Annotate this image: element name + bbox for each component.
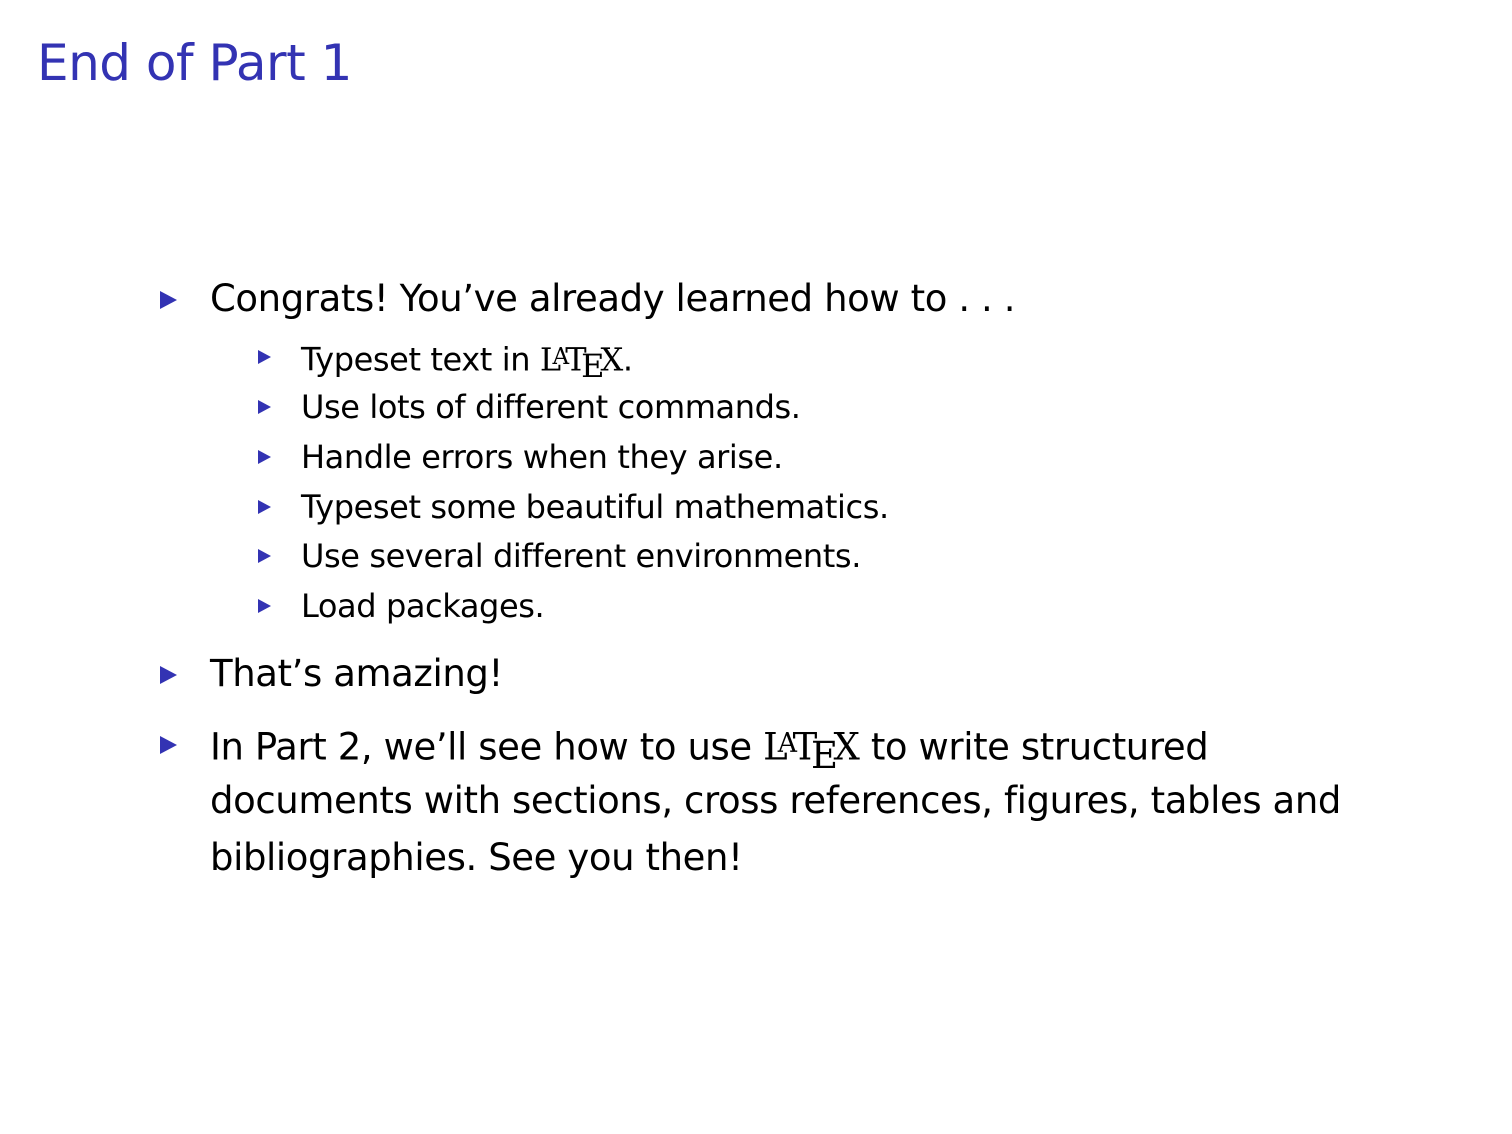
bullet-icon — [160, 736, 177, 754]
bullet-item-text-continued: documents with sections, cross reference… — [210, 779, 1341, 822]
latex-logo: LATEX — [539, 340, 623, 386]
sub-bullet-icon — [258, 500, 271, 514]
sub-bullet-icon — [258, 350, 271, 364]
bullet-item-text-continued: bibliographies. See you then! — [210, 836, 743, 879]
sub-bullet-icon — [258, 450, 271, 464]
sub-bullet-icon — [258, 599, 271, 613]
bullet-icon — [160, 666, 177, 684]
sub-item-text: Handle errors when they arise. — [301, 438, 783, 476]
sub-bullet-icon — [258, 400, 271, 414]
sub-item-text: Load packages. — [301, 587, 545, 625]
bullet-item-text: Congrats! You’ve already learned how to … — [210, 277, 1016, 320]
sub-item-text: Typeset some beautiful mathematics. — [301, 488, 889, 526]
bullet-item-text: That’s amazing! — [210, 652, 503, 695]
sub-bullet-icon — [258, 549, 271, 563]
slide-title: End of Part 1 — [37, 34, 352, 92]
sub-item-text: Use several different environments. — [301, 537, 861, 575]
sub-item-text: Typeset text in LATEX. — [301, 337, 633, 386]
bullet-icon — [160, 291, 177, 309]
sub-item-text: Use lots of different commands. — [301, 388, 801, 426]
